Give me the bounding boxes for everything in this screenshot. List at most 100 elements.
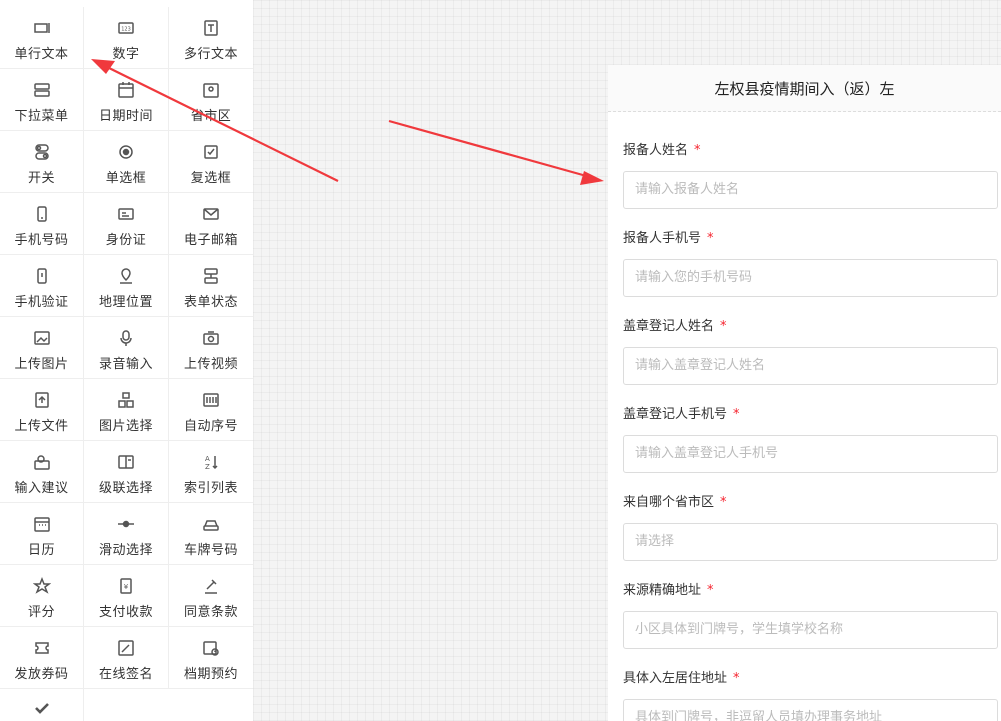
field-label: 盖章登记人姓名 * [623,317,998,337]
star-icon [32,577,51,594]
palette-item-microphone[interactable]: 录音输入 [84,317,169,379]
palette-item-label: 级联选择 [98,481,153,496]
palette-item-form-status[interactable]: 表单状态 [169,255,253,317]
form-field: 报备人手机号 * 请输入您的手机号码 [623,229,998,297]
palette-item-number[interactable]: 123 数字 [84,7,169,69]
required-mark: * [720,495,727,510]
palette-item-phone[interactable]: 手机号码 [0,193,84,255]
palette-item-schedule[interactable]: 档期预约 [169,627,253,689]
palette-item-sort-az[interactable]: A Z 索引列表 [169,441,253,503]
slider-icon [118,520,134,528]
calendar-grid-icon [33,517,50,532]
field-input[interactable]: 请输入报备人姓名 [623,171,998,209]
palette-item-label: 上传视频 [183,357,238,372]
palette-item-checkbox[interactable]: 复选框 [169,131,253,193]
checkbox-icon [204,145,218,159]
id-card-icon [118,208,134,220]
mail-icon [203,208,219,220]
phone-verify-icon [36,268,47,284]
palette-item-image-choice[interactable]: 图片选择 [84,379,169,441]
signature-icon [118,640,134,656]
map-pin-icon [203,83,219,98]
palette-item-check[interactable] [0,689,84,721]
palette-item-location[interactable]: 地理位置 [84,255,169,317]
form-title: 左权县疫情期间入（返）左 [608,65,1001,112]
palette-item-label: 索引列表 [183,481,238,496]
field-input[interactable]: 请输入您的手机号码 [623,259,998,297]
required-mark: * [720,319,727,334]
palette-item-suggestion[interactable]: 输入建议 [0,441,84,503]
location-icon [120,268,132,284]
sort-az-icon: AZ [205,455,218,471]
car-icon [203,520,219,531]
palette-item-label: 数字 [112,47,140,62]
field-label-text: 报备人手机号 [623,231,702,246]
palette-item-label: 在线签名 [98,667,153,682]
svg-text:123: 123 [121,27,131,33]
required-mark: * [694,143,701,158]
palette-item-map-pin[interactable]: 省市区 [169,69,253,131]
palette-item-text-input[interactable]: 单行文本 [0,7,84,69]
palette-item-camera[interactable]: 上传视频 [169,317,253,379]
svg-text:¥: ¥ [124,583,129,591]
palette-item-mail[interactable]: 电子邮箱 [169,193,253,255]
number-icon: 123 [118,22,134,34]
svg-text:Z: Z [205,463,210,471]
palette-item-label: 支付收款 [98,605,153,620]
field-input[interactable]: 请输入盖章登记人手机号 [623,435,998,473]
image-upload-icon [33,331,50,345]
palette-item-label: 车牌号码 [183,543,238,558]
palette-item-label: 手机号码 [14,233,69,248]
palette-item-label: 开关 [27,171,55,186]
form-status-icon [204,268,218,284]
field-input[interactable]: 具体到门牌号，非逗留人员填办理事务地址 [623,699,998,721]
palette-item-label: 录音输入 [98,357,153,372]
required-mark: * [707,231,714,246]
suggestion-icon [33,455,50,470]
radio-icon [119,145,133,159]
palette-item-phone-verify[interactable]: 手机验证 [0,255,84,317]
field-input[interactable]: 请输入盖章登记人姓名 [623,347,998,385]
palette-item-ticket[interactable]: 发放券码 [0,627,84,689]
microphone-icon [120,330,132,346]
palette-item-star[interactable]: 评分 [0,565,84,627]
palette-item-label: 评分 [27,605,55,620]
palette-item-label: 自动序号 [183,419,238,434]
palette-item-cascade[interactable]: 级联选择 [84,441,169,503]
field-input[interactable]: 小区具体到门牌号，学生填学校名称 [623,611,998,649]
ticket-icon [34,642,49,654]
palette-item-image-upload[interactable]: 上传图片 [0,317,84,379]
palette-item-multiline-text[interactable]: 多行文本 [169,7,253,69]
schedule-icon [203,641,219,656]
component-palette: 单行文本 123 数字 多行文本下拉菜单 日期时间 省市区开关 单选框 复选框手机号码 身份证 电… [0,0,253,721]
palette-item-label: 身份证 [105,233,147,248]
field-label-text: 具体入左居住地址 [623,671,728,686]
palette-item-toggle[interactable]: 开关 [0,131,84,193]
payment-icon: ¥ [120,578,132,594]
palette-item-id-card[interactable]: 身份证 [84,193,169,255]
palette-item-file-upload[interactable]: 上传文件 [0,379,84,441]
check-icon [34,703,49,714]
component-grid: 单行文本 123 数字 多行文本下拉菜单 日期时间 省市区开关 单选框 复选框手机号码 身份证 电… [0,7,253,721]
palette-item-car[interactable]: 车牌号码 [169,503,253,565]
field-label: 来自哪个省市区 * [623,493,998,513]
gavel-icon [205,579,217,594]
palette-item-slider[interactable]: 滑动选择 [84,503,169,565]
form-field: 报备人姓名 * 请输入报备人姓名 [623,141,998,209]
palette-item-gavel[interactable]: 同意条款 [169,565,253,627]
palette-item-signature[interactable]: 在线签名 [84,627,169,689]
palette-item-label: 档期预约 [183,667,238,682]
field-input[interactable]: 请选择 [623,523,998,561]
palette-item-payment[interactable]: ¥ 支付收款 [84,565,169,627]
palette-item-calendar-grid[interactable]: 日历 [0,503,84,565]
palette-item-dropdown[interactable]: 下拉菜单 [0,69,84,131]
palette-item-radio[interactable]: 单选框 [84,131,169,193]
palette-item-label: 图片选择 [98,419,153,434]
form-field: 具体入左居住地址 * 具体到门牌号，非逗留人员填办理事务地址 [623,669,998,721]
palette-item-barcode[interactable]: 自动序号 [169,379,253,441]
required-mark: * [733,671,740,686]
camera-icon [203,331,219,345]
field-label-text: 盖章登记人手机号 [623,407,728,422]
palette-item-calendar[interactable]: 日期时间 [84,69,169,131]
palette-item-label: 单行文本 [14,47,69,62]
